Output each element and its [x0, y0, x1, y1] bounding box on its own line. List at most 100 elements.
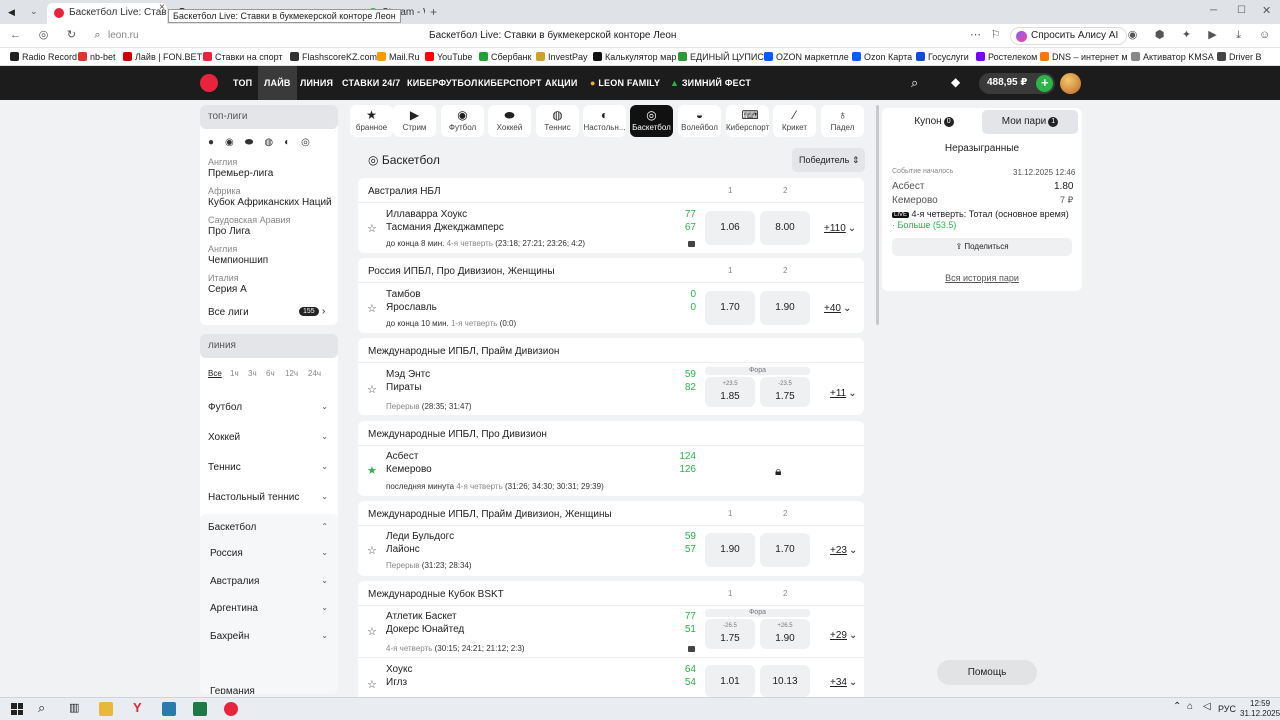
hockey-icon[interactable]: ⬬ [245, 137, 265, 148]
top-league-item[interactable]: Англия Чемпионшип [208, 244, 268, 266]
team-home[interactable]: Тамбов [386, 289, 421, 300]
all-leagues-link[interactable]: Все лиги 155 › [208, 306, 328, 318]
odd-button[interactable]: 1.01 [705, 665, 755, 697]
language-indicator[interactable]: РУС [1218, 704, 1236, 714]
bookmark-ozon[interactable]: OZON маркетпле [764, 52, 849, 62]
deposit-plus-button[interactable]: + [1036, 75, 1054, 92]
star-icon[interactable]: ☆ [367, 302, 377, 315]
window-close-button[interactable]: ✕ [1262, 4, 1271, 17]
tennis-icon[interactable]: ◍ [264, 137, 284, 148]
odd-button[interactable]: 1.90 [705, 533, 755, 567]
star-icon[interactable]: ☆ [367, 544, 377, 557]
football-icon[interactable]: ◉ [225, 137, 245, 148]
star-icon[interactable]: ☆ [367, 678, 377, 691]
team-away[interactable]: Лайонс [386, 544, 420, 555]
more-markets-link[interactable]: +40 ⌄ [824, 303, 851, 314]
odd-button[interactable]: +23.5 1.85 [705, 377, 755, 407]
browser-tab-active[interactable]: Баскетбол Live: Ставки [47, 3, 167, 24]
sport-tab-padel[interactable]: ♁ Падел [821, 105, 864, 137]
avatar[interactable] [1060, 73, 1081, 94]
league-title[interactable]: Австралия НБЛ [368, 186, 441, 197]
top-league-item[interactable]: Африка Кубок Африканских Наций [208, 186, 332, 208]
bookmark-nb-bet[interactable]: nb-bet [78, 52, 116, 62]
yandex-browser-icon[interactable]: Y [133, 700, 142, 715]
search-icon[interactable]: ⌕ [38, 700, 45, 716]
bookmark-activator[interactable]: Активатор KMSA [1131, 52, 1214, 62]
bookmark-mailru[interactable]: Mail.Ru [377, 52, 420, 62]
more-markets-link[interactable]: +110 ⌄ [824, 223, 856, 234]
sport-tab-cricket[interactable]: ⁄ Крикет [773, 105, 816, 137]
subcategory-item[interactable]: Германия [210, 686, 328, 694]
window-maximize-button[interactable]: ☐ [1237, 5, 1246, 16]
time-filter-12h[interactable]: 12ч [285, 369, 298, 378]
category-hockey[interactable]: Хоккей ⌄ [208, 432, 328, 443]
reload-icon[interactable]: ↻ [66, 30, 77, 41]
team-home[interactable]: Мэд Энтс [386, 369, 430, 380]
media-icon[interactable]: ▶ [1207, 30, 1218, 41]
category-table-tennis[interactable]: Настольный теннис ⌄ [208, 492, 328, 503]
bookmark-sberbank[interactable]: Сбербанк [479, 52, 531, 62]
sport-tab-table-tennis[interactable]: ◐ Настольн... [583, 105, 626, 137]
league-title[interactable]: Международные Кубок BSKT [368, 589, 504, 600]
bookmark-gosuslugi[interactable]: Госуслуги [916, 52, 969, 62]
bookmark-investpay[interactable]: InvestPay [536, 52, 588, 62]
star-filled-icon[interactable]: ★ [367, 464, 377, 477]
bookmark-youtube[interactable]: YouTube [425, 52, 472, 62]
subcategory-item[interactable]: Аргентина ⌄ [210, 603, 328, 614]
nav-winter-fest[interactable]: ▲ ЗИМНИЙ ФЕСТ [670, 66, 751, 100]
scrollbar[interactable] [876, 105, 879, 325]
task-view-icon[interactable]: ▥ [69, 701, 79, 714]
history-link[interactable]: Вся история пари [882, 273, 1082, 283]
subcategory-item[interactable]: Австралия ⌄ [210, 576, 328, 587]
translate-icon[interactable]: ◉ [1127, 30, 1138, 41]
team-home[interactable]: Иллаварра Хоукс [386, 209, 467, 220]
clock-time[interactable]: 12:59 [1250, 699, 1270, 708]
odd-button[interactable]: 8.00 [760, 211, 810, 245]
nav-cybersport[interactable]: КИБЕРСПОРТ [478, 66, 542, 100]
help-button[interactable]: Помощь [937, 660, 1037, 685]
back-icon[interactable]: ← [10, 30, 21, 41]
bookmark-cupis[interactable]: ЕДИНЫЙ ЦУПИС [678, 52, 764, 62]
sport-tab-basketball[interactable]: ◎ Баскетбол [630, 105, 673, 137]
excel-icon[interactable] [193, 702, 207, 716]
leon-logo[interactable] [200, 74, 218, 92]
clock-date[interactable]: 31.12.2025 [1240, 709, 1280, 718]
star-icon[interactable]: ☆ [367, 383, 377, 396]
new-tab-button[interactable]: + [430, 5, 437, 19]
extension-icon[interactable]: ⬢ [1154, 30, 1165, 41]
bookmark-stavki[interactable]: Ставки на спорт [203, 52, 283, 62]
bookmark-calculator[interactable]: Калькулятор мар [593, 52, 676, 62]
search-icon[interactable]: ⌕ [911, 75, 918, 91]
bookmark-icon[interactable]: ⚐ [990, 30, 1001, 41]
ask-alisa-button[interactable]: Спросить Алису AI [1010, 27, 1128, 45]
tray-chevron-icon[interactable]: ⌃ [1173, 701, 1181, 712]
tv-icon[interactable] [688, 241, 695, 247]
more-markets-link[interactable]: +11 ⌄ [830, 388, 857, 399]
time-filter-all[interactable]: Все [208, 369, 222, 378]
category-tennis[interactable]: Теннис ⌄ [208, 462, 328, 473]
account-icon[interactable]: ☺ [1259, 30, 1270, 41]
calculator-icon[interactable] [162, 702, 176, 716]
all-sports-icon[interactable]: ● [208, 137, 225, 148]
team-away[interactable]: Пираты [386, 382, 421, 393]
team-home[interactable]: Атлетик Баскет [386, 611, 457, 622]
windows-start-icon[interactable] [11, 703, 23, 715]
nav-top[interactable]: ТОП [233, 66, 252, 100]
team-home[interactable]: Асбест [386, 451, 418, 462]
menu-dots-icon[interactable]: ⋯ [970, 30, 981, 41]
odd-button[interactable]: 1.90 [760, 291, 810, 325]
yandex-icon[interactable]: ◎ [38, 30, 49, 41]
tab-coupon[interactable]: Купон 0 [886, 110, 982, 134]
top-league-item[interactable]: Италия Серия А [208, 273, 247, 295]
balance-widget[interactable]: 488,95 ₽ + [979, 73, 1056, 94]
bell-icon[interactable]: ◆ [951, 75, 960, 89]
star-icon[interactable]: ☆ [367, 625, 377, 638]
league-title[interactable]: Международные ИПБЛ, Про Дивизион [368, 429, 547, 440]
sport-tab-stream[interactable]: ▶ Стрим [393, 105, 436, 137]
more-markets-link[interactable]: +23 ⌄ [830, 545, 857, 556]
window-minimize-button[interactable]: ─ [1210, 5, 1217, 16]
odd-button[interactable]: 10.13 [760, 665, 810, 697]
nav-live[interactable]: ЛАЙВ [258, 66, 297, 100]
nav-promos[interactable]: АКЦИИ [545, 66, 578, 100]
odd-button[interactable]: 1.70 [705, 291, 755, 325]
